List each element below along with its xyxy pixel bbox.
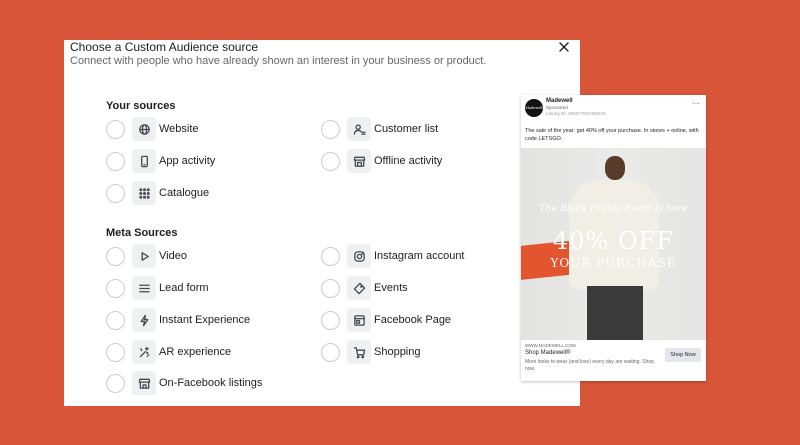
ad-image-headline: The Black Friday Event is here bbox=[539, 203, 688, 214]
radio-button[interactable] bbox=[106, 183, 125, 203]
option-ar-experience[interactable]: AR experience bbox=[106, 340, 231, 364]
option-shopping[interactable]: Shopping bbox=[321, 340, 421, 364]
ad-primary-text: The sale of the year: get 40% off your p… bbox=[525, 128, 699, 142]
option-label: Facebook Page bbox=[374, 314, 452, 326]
radio-button[interactable] bbox=[106, 119, 125, 139]
ad-image-purchase: YOUR PURCHASE bbox=[550, 256, 677, 270]
ad-headline[interactable]: Shop Madewell® bbox=[525, 350, 570, 356]
ad-url: WWW.MADEWELL.COM bbox=[525, 343, 576, 348]
grid-icon bbox=[132, 181, 156, 205]
option-instant-experience[interactable]: Instant Experience bbox=[106, 308, 250, 332]
option-label: Instant Experience bbox=[159, 314, 251, 326]
shop-now-button[interactable]: Shop Now bbox=[665, 348, 701, 362]
page-icon bbox=[347, 308, 371, 332]
option-label: Lead form bbox=[159, 282, 209, 294]
ad-image-discount: 40% OFF bbox=[553, 227, 674, 255]
option-label: Website bbox=[159, 123, 199, 135]
radio-button[interactable] bbox=[106, 278, 125, 298]
option-label: On-Facebook listings bbox=[159, 377, 263, 389]
more-options-icon[interactable]: ··· bbox=[692, 99, 700, 108]
ad-description: More looks to wear (and love) every day … bbox=[525, 359, 654, 372]
lightning-icon bbox=[132, 308, 156, 332]
radio-button[interactable] bbox=[106, 373, 125, 393]
ad-brand-name[interactable]: Madewell bbox=[546, 98, 573, 104]
option-instagram-account[interactable]: Instagram account bbox=[321, 244, 465, 268]
option-catalogue[interactable]: Catalogue bbox=[106, 181, 209, 205]
ad-sponsored-label: Sponsored bbox=[546, 105, 568, 110]
meta-sources-heading: Meta Sources bbox=[106, 227, 178, 239]
radio-button[interactable] bbox=[106, 151, 125, 171]
close-icon[interactable] bbox=[557, 40, 571, 54]
radio-button[interactable] bbox=[321, 151, 340, 171]
radio-button[interactable] bbox=[321, 119, 340, 139]
option-label: Catalogue bbox=[159, 187, 210, 199]
ad-image[interactable]: The Black Friday Event is here 40% OFF Y… bbox=[521, 148, 706, 340]
option-video[interactable]: Video bbox=[106, 244, 187, 268]
form-lines-icon bbox=[132, 276, 156, 300]
store-icon bbox=[347, 149, 371, 173]
play-icon bbox=[132, 244, 156, 268]
option-label: Offline activity bbox=[374, 155, 443, 167]
instagram-icon bbox=[347, 244, 371, 268]
globe-icon bbox=[132, 117, 156, 141]
option-app-activity[interactable]: App activity bbox=[106, 149, 215, 173]
ad-footer: WWW.MADEWELL.COM Shop Madewell® More loo… bbox=[521, 340, 706, 381]
option-lead-form[interactable]: Lead form bbox=[106, 276, 209, 300]
cart-icon bbox=[347, 340, 371, 364]
custom-audience-dialog: Choose a Custom Audience source Connect … bbox=[64, 40, 580, 406]
option-events[interactable]: Events bbox=[321, 276, 408, 300]
ad-preview-card: Madewell Madewell Sponsored Library ID: … bbox=[521, 95, 706, 381]
radio-button[interactable] bbox=[321, 342, 340, 362]
dialog-subtitle: Connect with people who have already sho… bbox=[70, 55, 487, 67]
option-label: Video bbox=[159, 250, 187, 262]
option-on-facebook-listings[interactable]: On-Facebook listings bbox=[106, 371, 262, 395]
option-label: AR experience bbox=[159, 346, 232, 358]
option-offline-activity[interactable]: Offline activity bbox=[321, 149, 442, 173]
phone-icon bbox=[132, 149, 156, 173]
sparkle-icon bbox=[132, 340, 156, 364]
radio-button[interactable] bbox=[321, 278, 340, 298]
option-label: Customer list bbox=[374, 123, 439, 135]
ad-image-trousers bbox=[587, 286, 643, 340]
radio-button[interactable] bbox=[106, 342, 125, 362]
dialog-title: Choose a Custom Audience source bbox=[70, 40, 259, 54]
option-label: Instagram account bbox=[374, 250, 465, 262]
radio-button[interactable] bbox=[106, 246, 125, 266]
option-customer-list[interactable]: Customer list bbox=[321, 117, 438, 141]
radio-button[interactable] bbox=[321, 310, 340, 330]
option-label: App activity bbox=[159, 155, 216, 167]
option-label: Shopping bbox=[374, 346, 421, 358]
option-website[interactable]: Website bbox=[106, 117, 199, 141]
option-facebook-page[interactable]: Facebook Page bbox=[321, 308, 451, 332]
radio-button[interactable] bbox=[321, 246, 340, 266]
user-list-icon bbox=[347, 117, 371, 141]
radio-button[interactable] bbox=[106, 310, 125, 330]
ad-library-id: Library ID: 359977937490219 bbox=[546, 111, 606, 116]
ticket-icon bbox=[347, 276, 371, 300]
shop-icon bbox=[132, 371, 156, 395]
your-sources-heading: Your sources bbox=[106, 100, 176, 112]
option-label: Events bbox=[374, 282, 408, 294]
ad-image-head bbox=[605, 156, 625, 180]
brand-logo: Madewell bbox=[525, 99, 543, 117]
